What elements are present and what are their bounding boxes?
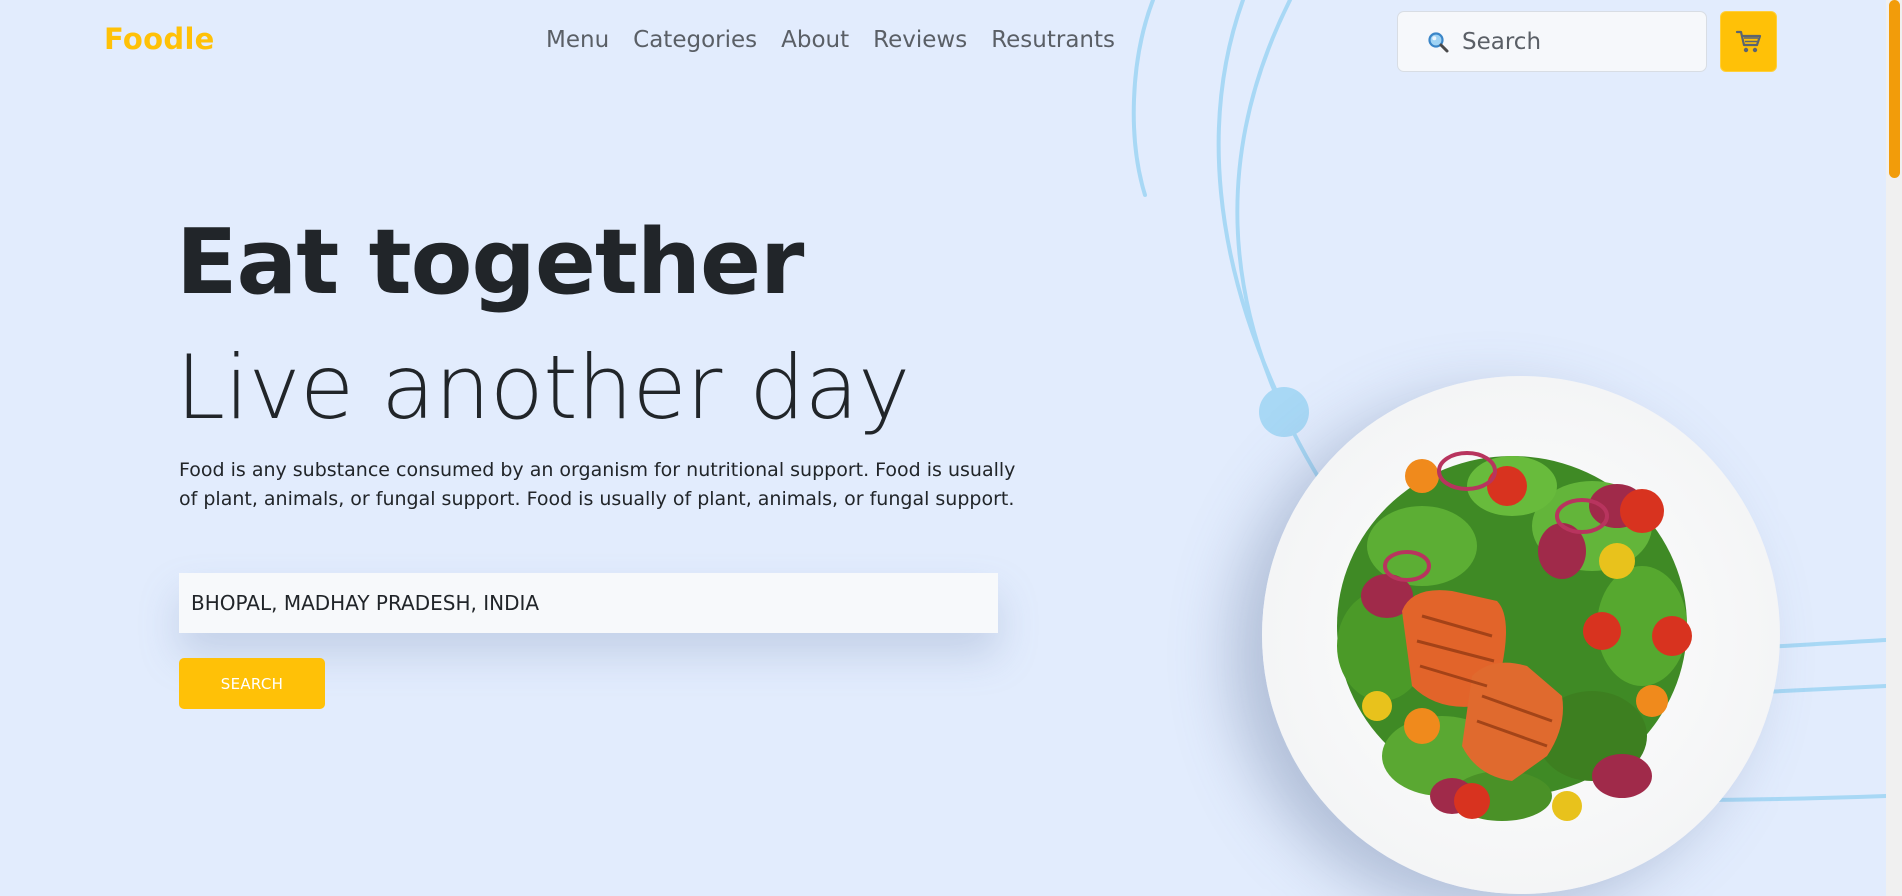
hero-search-button[interactable]: SEARCH <box>179 658 325 709</box>
main-nav: Menu Categories About Reviews Resutrants <box>546 27 1139 53</box>
nav-item-restaurants[interactable]: Resutrants <box>991 27 1115 53</box>
hero-description: Food is any substance consumed by an org… <box>179 459 1016 510</box>
hero-food-image <box>1262 376 1780 894</box>
hero-title: Eat together <box>176 210 804 315</box>
magnifier-icon <box>1428 31 1449 52</box>
nav-item-about[interactable]: About <box>781 27 849 53</box>
header-search[interactable] <box>1397 11 1707 72</box>
header-search-input[interactable] <box>1462 28 1682 55</box>
scrollbar-thumb[interactable] <box>1889 0 1900 178</box>
cart-button[interactable] <box>1720 11 1777 72</box>
brand-logo[interactable]: Foodle <box>104 22 215 56</box>
nav-item-categories[interactable]: Categories <box>633 27 757 53</box>
nav-item-menu[interactable]: Menu <box>546 27 609 53</box>
salad-plate-image <box>1337 451 1692 821</box>
hero-subtitle: Live another day <box>176 336 910 439</box>
plate <box>1262 376 1780 894</box>
location-input[interactable] <box>179 573 998 633</box>
nav-item-reviews[interactable]: Reviews <box>873 27 967 53</box>
arc-line <box>1216 0 1282 402</box>
page: Foodle Menu Categories About Reviews Res… <box>0 0 1902 896</box>
cart-icon <box>1735 30 1761 52</box>
